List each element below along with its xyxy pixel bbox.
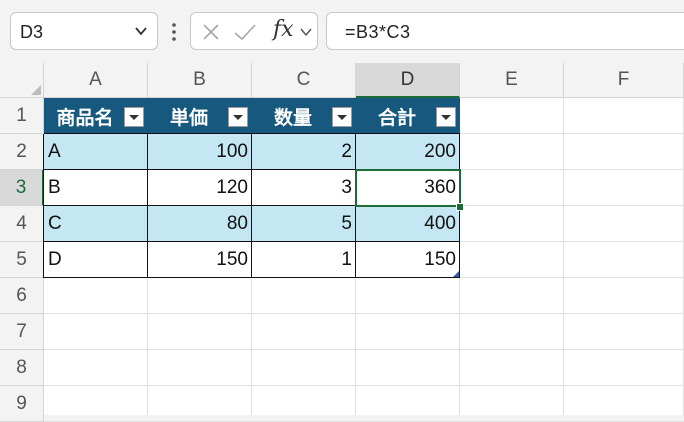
insert-function-button[interactable]: fx: [273, 17, 294, 42]
formula-controls: fx: [190, 12, 318, 50]
table-cell[interactable]: 150: [356, 242, 460, 278]
filter-dropdown-icon[interactable]: [436, 107, 456, 127]
table-border-vertical: [43, 134, 44, 278]
column-header-f[interactable]: F: [564, 63, 684, 98]
row-header-4[interactable]: 4: [0, 206, 44, 242]
table-border-vertical: [251, 134, 252, 278]
table-cell[interactable]: 3: [252, 170, 356, 206]
name-box-value: D3: [20, 22, 44, 42]
table-cell[interactable]: B: [44, 170, 148, 206]
column-header-d[interactable]: D: [356, 63, 460, 98]
table-cell[interactable]: 120: [148, 170, 252, 206]
row-header-1[interactable]: 1: [0, 98, 44, 134]
active-cell-selection: [355, 169, 461, 207]
formula-bar: D3 fx =B3*C3: [0, 0, 684, 63]
table-cell[interactable]: 400: [356, 206, 460, 242]
select-all-button[interactable]: [0, 63, 44, 98]
column-header-a[interactable]: A: [44, 63, 148, 98]
table-cell[interactable]: 1: [252, 242, 356, 278]
table-cell[interactable]: D: [44, 242, 148, 278]
table-border-horizontal: [44, 241, 460, 242]
gridline-horizontal: [44, 385, 684, 386]
table-cell[interactable]: C: [44, 206, 148, 242]
table-cell[interactable]: 2: [252, 134, 356, 170]
confirm-check-icon[interactable]: [233, 22, 257, 42]
table-cell[interactable]: 150: [148, 242, 252, 278]
row-header-3[interactable]: 3: [0, 170, 44, 206]
gridline-horizontal: [44, 349, 684, 350]
table-border-horizontal: [44, 277, 460, 278]
table-border-vertical: [147, 134, 148, 278]
gridline-vertical: [563, 98, 564, 415]
worksheet-grid[interactable]: A B C D E F 1 2 3 4 5 6 7 8 9 商品名 単価 数量 合計 A 100 2 200 B 120 3 360…: [0, 63, 684, 422]
fill-handle[interactable]: [456, 203, 464, 211]
column-header-b[interactable]: B: [148, 63, 252, 98]
table-cell[interactable]: 200: [356, 134, 460, 170]
filter-dropdown-icon[interactable]: [228, 107, 248, 127]
cancel-icon[interactable]: [201, 22, 221, 42]
row-header-9[interactable]: 9: [0, 386, 44, 422]
table-cell[interactable]: 5: [252, 206, 356, 242]
expand-chevron-icon[interactable]: [299, 25, 313, 39]
row-header-6[interactable]: 6: [0, 278, 44, 314]
filter-dropdown-icon[interactable]: [124, 107, 144, 127]
chevron-down-icon[interactable]: [133, 23, 149, 39]
row-header-5[interactable]: 5: [0, 242, 44, 278]
table-cell[interactable]: 80: [148, 206, 252, 242]
formula-text: =B3*C3: [345, 22, 411, 42]
row-header-7[interactable]: 7: [0, 314, 44, 350]
row-header-2[interactable]: 2: [0, 134, 44, 170]
table-resize-handle[interactable]: [453, 271, 459, 277]
formula-input[interactable]: =B3*C3: [326, 12, 684, 50]
filter-dropdown-icon[interactable]: [332, 107, 352, 127]
table-cell[interactable]: A: [44, 134, 148, 170]
row-header-8[interactable]: 8: [0, 350, 44, 386]
column-header-e[interactable]: E: [460, 63, 564, 98]
gridline-horizontal: [44, 313, 684, 314]
table-border-horizontal: [44, 133, 460, 134]
table-cell[interactable]: 100: [148, 134, 252, 170]
column-header-c[interactable]: C: [252, 63, 356, 98]
more-options-icon[interactable]: [170, 22, 178, 42]
name-box[interactable]: D3: [10, 12, 158, 50]
